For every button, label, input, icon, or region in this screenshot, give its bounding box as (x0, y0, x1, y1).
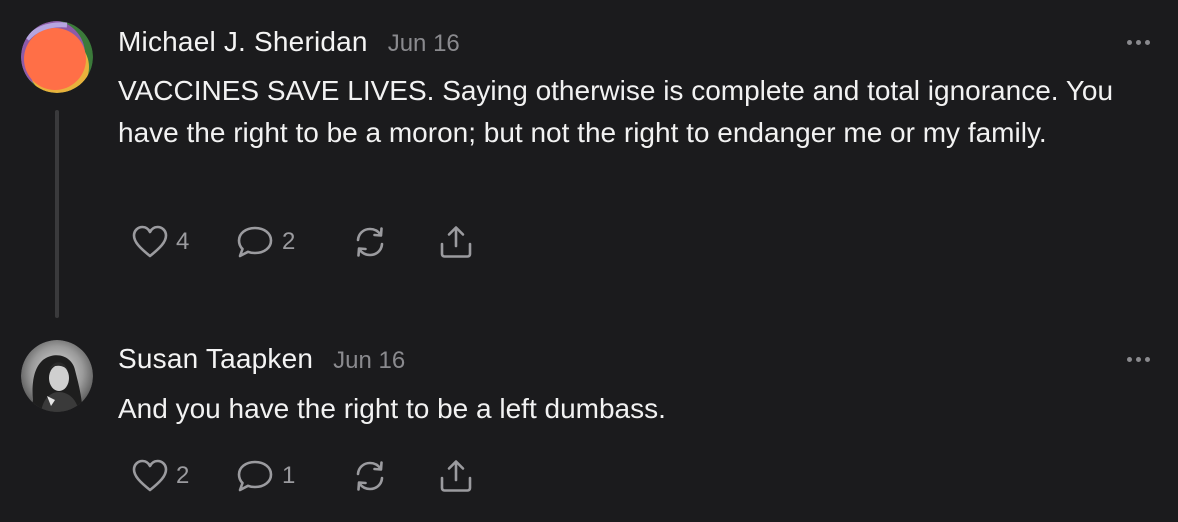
share-button[interactable] (438, 224, 474, 260)
author-name[interactable]: Michael J. Sheridan (118, 26, 368, 58)
like-button[interactable]: 4 (132, 225, 236, 259)
like-count: 2 (176, 462, 190, 489)
more-options-button[interactable] (1127, 40, 1150, 45)
reply-button[interactable]: 2 (236, 225, 352, 259)
more-horizontal-icon (1127, 40, 1132, 45)
avatar-image (21, 340, 93, 412)
comment-actions: 4 2 (132, 224, 474, 260)
restack-button[interactable] (352, 459, 438, 493)
reply-count: 1 (282, 462, 296, 489)
author-name[interactable]: Susan Taapken (118, 343, 313, 375)
speech-bubble-icon (237, 226, 273, 258)
like-count: 4 (176, 228, 190, 255)
heart-icon (132, 225, 168, 258)
like-button[interactable]: 2 (132, 459, 236, 493)
reply-count: 2 (282, 228, 296, 255)
comment-header: Susan Taapken Jun 16 (118, 343, 405, 375)
restack-icon (356, 227, 384, 257)
comment-date[interactable]: Jun 16 (333, 347, 405, 375)
comment-header: Michael J. Sheridan Jun 16 (118, 26, 460, 58)
share-icon (440, 226, 472, 258)
speech-bubble-icon (237, 460, 273, 492)
comment-thread: Michael J. Sheridan Jun 16 VACCINES SAVE… (0, 0, 1178, 522)
avatar-image (21, 21, 93, 93)
heart-icon (132, 459, 168, 492)
more-options-button[interactable] (1127, 357, 1150, 362)
avatar[interactable] (21, 340, 93, 412)
comment-date[interactable]: Jun 16 (388, 30, 460, 58)
more-horizontal-icon (1127, 357, 1132, 362)
share-icon (440, 460, 472, 492)
restack-icon (356, 461, 384, 491)
comment-body: And you have the right to be a left dumb… (118, 393, 666, 424)
share-button[interactable] (438, 458, 474, 494)
restack-button[interactable] (352, 225, 438, 259)
reply-button[interactable]: 1 (236, 459, 352, 493)
thread-connector-line (55, 110, 59, 318)
comment-actions: 2 1 (132, 458, 474, 494)
comment-body: VACCINES SAVE LIVES. Saying otherwise is… (118, 75, 1114, 148)
avatar[interactable] (21, 21, 93, 93)
